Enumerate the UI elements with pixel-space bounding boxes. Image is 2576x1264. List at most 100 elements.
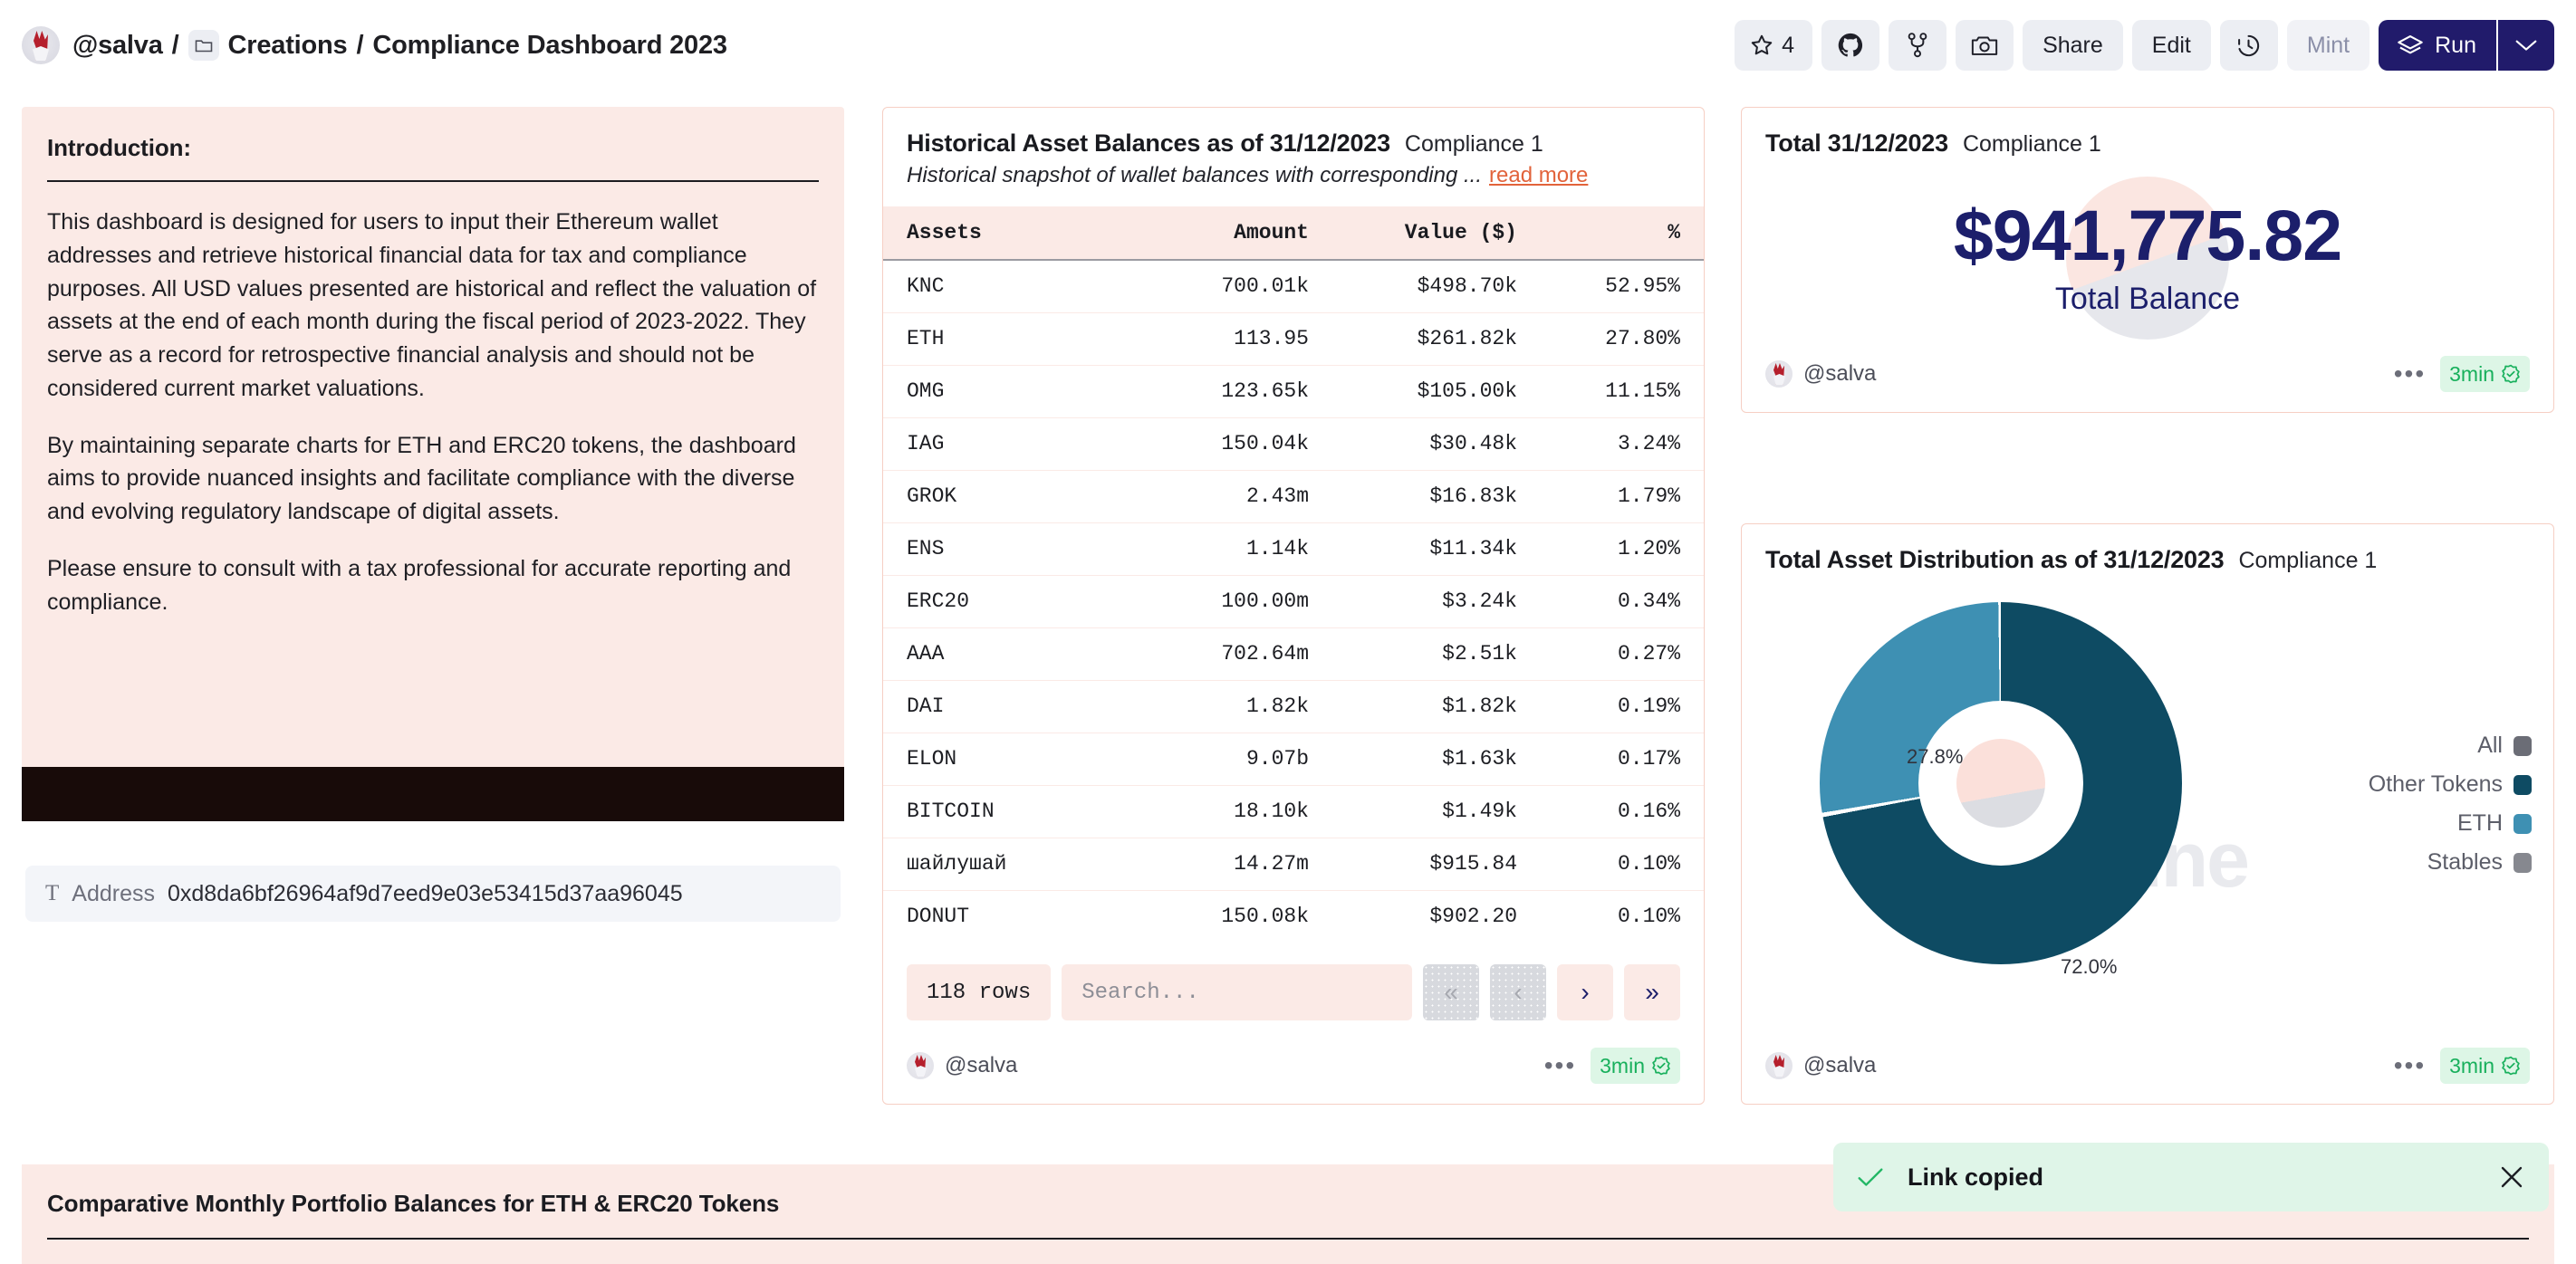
edit-label: Edit [2151,32,2191,58]
search-input-wrap[interactable] [1062,964,1412,1020]
table-row[interactable]: ETH 113.95 $261.82k 27.80% [883,312,1704,365]
legend-label: Other Tokens [2368,771,2503,797]
donut-ring[interactable] [1820,602,2182,964]
cell-asset: OMG [907,379,945,403]
card-menu-button[interactable]: ••• [2394,359,2426,388]
divider [47,180,819,182]
chart-legend: All Other Tokens ETH Stables [2369,733,2532,876]
card-menu-button[interactable]: ••• [2394,1051,2426,1080]
cell-amount: 113.95 [1234,327,1309,350]
search-input[interactable] [1081,980,1392,1005]
pagination-last-button[interactable]: » [1624,964,1680,1020]
column-header-percent[interactable]: % [1517,206,1704,260]
introduction-heading: Introduction: [47,134,191,161]
text-type-icon: T [45,881,60,905]
pagination-first-button[interactable]: « [1423,964,1479,1020]
column-header-assets[interactable]: Assets [883,206,1101,260]
address-parameter[interactable]: T Address 0xd8da6bf26964af9d7eed9e03e534… [25,866,841,922]
pagination-prev-button[interactable]: ‹ [1490,964,1546,1020]
cell-asset: AAA [907,642,945,666]
table-row[interactable]: AAA 702.64m $2.51k 0.27% [883,627,1704,680]
legend-item-all[interactable]: All [2477,733,2532,759]
breadcrumb-user[interactable]: @salva [72,31,163,61]
read-more-link[interactable]: read more [1489,163,1588,188]
card-title: Historical Asset Balances as of 31/12/20… [907,129,1390,157]
cell-value: $498.70k [1417,274,1517,299]
table-row[interactable]: KNC 700.01k $498.70k 52.95% [883,260,1704,312]
camera-button[interactable] [1956,20,2014,71]
legend-swatch [2514,852,2532,873]
run-dropdown-button[interactable] [2498,20,2554,71]
freshness-badge: 3min [1591,1048,1680,1084]
legend-item-eth[interactable]: ETH [2457,810,2532,837]
close-icon[interactable] [2498,1163,2525,1191]
table-row[interactable]: OMG 123.65k $105.00k 11.15% [883,365,1704,417]
legend-item-stables[interactable]: Stables [2427,849,2532,876]
cell-asset: KNC [907,274,945,299]
cell-amount: 100.00m [1221,589,1309,613]
byline-user[interactable]: @salva [945,1053,1017,1078]
cell-value: $1.82k [1442,694,1517,718]
introduction-paragraph: By maintaining separate charts for ETH a… [47,432,796,525]
top-toolbar: @salva / Creations / Compliance Dashboar… [0,0,2576,91]
total-balance-counter: $941,775.82 Total Balance [1742,162,2553,354]
verified-check-icon [2501,364,2521,384]
table-row[interactable]: IAG 150.04k $30.48k 3.24% [883,417,1704,470]
star-button[interactable]: 4 [1735,20,1813,71]
cell-pct: 27.80% [1605,327,1680,350]
avatar [22,26,60,64]
cell-amount: 700.01k [1221,274,1309,299]
legend-label: ETH [2457,810,2503,836]
run-button[interactable]: Run [2379,20,2498,71]
cell-value: $11.34k [1429,537,1517,560]
history-button[interactable] [2219,20,2278,71]
mint-label: Mint [2306,32,2350,58]
share-button[interactable]: Share [2023,20,2123,71]
chevron-down-icon [2514,38,2538,53]
table-row[interactable]: ERC20 100.00m $3.24k 0.34% [883,575,1704,627]
table-row[interactable]: BITCOIN 18.10k $1.49k 0.16% [883,785,1704,838]
cell-asset: ERC20 [907,589,970,613]
fork-button[interactable] [1889,20,1947,71]
assets-table: Assets Amount Value ($) % KNC 700.01k $498… [883,206,1704,943]
cell-pct: 1.79% [1617,484,1680,508]
cell-amount: 702.64m [1221,642,1309,666]
cell-asset: ENS [907,537,945,560]
table-row[interactable]: DONUT 150.08k $902.20 0.10% [883,890,1704,943]
cell-pct: 0.10% [1617,852,1680,876]
column-header-value[interactable]: Value ($) [1309,206,1517,260]
legend-item-other-tokens[interactable]: Other Tokens [2369,771,2532,798]
freshness-label: 3min [1600,1053,1645,1077]
table-row[interactable]: ENS 1.14k $11.34k 1.20% [883,522,1704,575]
avatar [907,1052,934,1079]
column-header-amount[interactable]: Amount [1101,206,1309,260]
byline-user[interactable]: @salva [1803,1053,1876,1078]
slice-label-other-tokens: 72.0% [2061,955,2118,978]
table-row[interactable]: ELON 9.07b $1.63k 0.17% [883,733,1704,785]
breadcrumb-folder[interactable]: Creations [228,31,348,61]
address-value[interactable]: 0xd8da6bf26964af9d7eed9e03e53415d37aa960… [168,881,683,907]
verified-check-icon [1651,1056,1671,1076]
table-row[interactable]: DAI 1.82k $1.82k 0.19% [883,680,1704,733]
total-balance-card: Total 31/12/2023 Compliance 1 $941,775.8… [1741,107,2554,413]
edit-button[interactable]: Edit [2131,20,2211,71]
cell-asset: ELON [907,747,957,771]
card-menu-button[interactable]: ••• [1544,1051,1576,1080]
table-row[interactable]: GROK 2.43m $16.83k 1.79% [883,470,1704,522]
pagination-next-button[interactable]: › [1557,964,1613,1020]
github-button[interactable] [1821,20,1880,71]
cell-amount: 18.10k [1234,800,1309,823]
cell-pct: 0.10% [1617,905,1680,929]
legend-swatch [2514,813,2532,834]
breadcrumb: @salva / Creations / Compliance Dashboar… [22,26,727,64]
star-count: 4 [1782,32,1795,58]
cell-amount: 2.43m [1245,484,1309,508]
cell-value: $16.83k [1429,484,1517,508]
cell-amount: 150.08k [1221,905,1309,929]
table-row[interactable]: шайлушай 14.27m $915.84 0.10% [883,838,1704,890]
check-icon [1857,1166,1884,1188]
byline-user[interactable]: @salva [1803,361,1876,387]
mint-button[interactable]: Mint [2286,20,2370,71]
legend-swatch [2514,735,2532,756]
cell-amount: 1.14k [1245,537,1309,560]
